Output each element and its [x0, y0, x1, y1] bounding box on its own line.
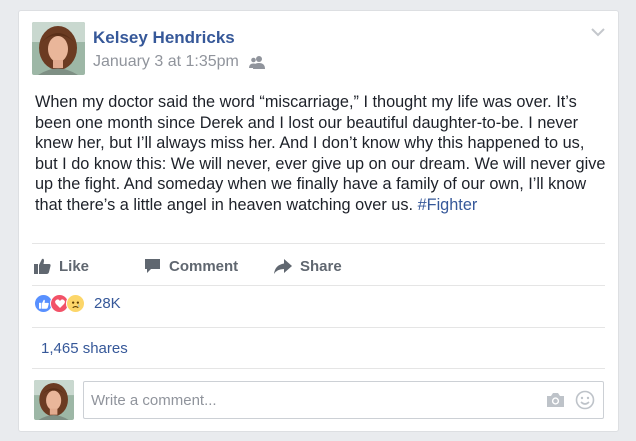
like-button[interactable]: Like: [34, 251, 89, 281]
hashtag-link[interactable]: #Fighter: [418, 196, 478, 214]
comment-box: [83, 381, 604, 419]
thumbs-up-icon: [34, 258, 51, 274]
comment-label: Comment: [169, 257, 239, 275]
comment-input[interactable]: [84, 382, 524, 418]
speech-bubble-icon: [145, 259, 160, 273]
camera-icon[interactable]: [546, 392, 565, 408]
commenter-photo: [34, 380, 74, 420]
sad-reaction-icon: [66, 294, 85, 313]
post-timestamp[interactable]: January 3 at 1:35pm: [93, 53, 239, 71]
like-label: Like: [59, 257, 90, 275]
divider: [32, 285, 605, 286]
post-body: When my doctor said the word “miscarriag…: [35, 92, 610, 216]
divider: [32, 327, 605, 328]
comment-button[interactable]: Comment: [144, 251, 238, 281]
emoji-icon[interactable]: [575, 390, 595, 410]
shares-count[interactable]: 1,465 shares: [41, 340, 128, 357]
post-text: When my doctor said the word “miscarriag…: [35, 93, 606, 214]
author-photo: [32, 22, 85, 75]
action-bar: Like Comment Share: [32, 251, 607, 281]
post-card: Kelsey Hendricks January 3 at 1:35pm Whe…: [18, 10, 619, 432]
commenter-avatar[interactable]: [34, 380, 74, 420]
chevron-down-icon[interactable]: [590, 26, 606, 38]
author-avatar[interactable]: [32, 22, 85, 75]
reaction-count[interactable]: 28K: [94, 295, 121, 312]
post-meta: January 3 at 1:35pm: [93, 53, 265, 71]
reaction-icons: [34, 294, 85, 313]
reactions-summary[interactable]: 28K: [34, 294, 121, 313]
share-label: Share: [300, 257, 342, 275]
divider: [32, 243, 605, 244]
author-name[interactable]: Kelsey Hendricks: [93, 28, 235, 48]
friends-icon[interactable]: [248, 55, 265, 69]
share-arrow-icon: [274, 258, 292, 274]
divider: [32, 368, 605, 369]
share-button[interactable]: Share: [274, 251, 342, 281]
